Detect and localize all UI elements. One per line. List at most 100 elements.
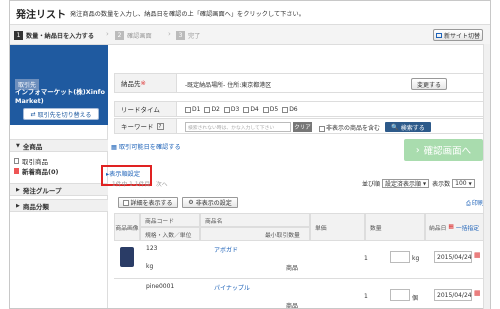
table-row: 123 アボガド kg 商品 1 kg 2015/04/24 ▦	[114, 241, 490, 279]
next-page-link[interactable]: 次へ	[156, 179, 168, 188]
sidebar-order-group[interactable]: ▶ 発注グループ	[10, 183, 108, 196]
step-label: 確認画面	[127, 32, 152, 40]
delivery-label: 納品先 ※	[115, 74, 177, 92]
delivery-date-input[interactable]: 2015/04/24	[434, 289, 472, 301]
title-bar: 発注リスト 発注商品の数量を入力し、納品日を確認の上「確認画面へ」をクリックして…	[10, 1, 490, 25]
step-1: 1 数量・納品日を入力する	[14, 30, 94, 40]
keyword-input[interactable]: 検索されない時は、かな入力して下さい	[185, 122, 291, 132]
hidden-settings-button[interactable]: ⚙ 非表示の設定	[182, 197, 238, 208]
new-icon	[14, 168, 19, 174]
quantity-input[interactable]	[390, 251, 410, 263]
leadtime-d5[interactable]: D5	[262, 106, 278, 113]
step-2: 2 確認画面	[115, 30, 152, 40]
sidebar-all-products-label: 全商品	[22, 142, 43, 151]
checkbox[interactable]	[185, 106, 191, 113]
chevron-right-icon: ›	[415, 144, 420, 156]
qty-unit: 個	[412, 295, 419, 302]
page-title: 発注リスト	[16, 10, 66, 21]
check-trade-date-label: 取引可能日を確認する	[118, 144, 181, 151]
customer-name: インフォマーケット(株)Xinfo Market)	[15, 88, 105, 105]
new-site-button[interactable]: 新サイト切替	[433, 29, 483, 41]
triangle-down-icon: ▼	[16, 142, 20, 149]
include-hidden-label: 非表示の商品を含む	[326, 125, 381, 132]
sidebar-order-group-label: 発注グループ	[22, 186, 62, 195]
checkbox[interactable]	[282, 106, 289, 113]
product-name[interactable]: アボガド	[214, 245, 238, 254]
calendar-icon: ▦	[111, 144, 117, 151]
delivery-value: -既定納品場所- 住所:東京都港区	[185, 82, 272, 89]
leadtime-options: D1 D2 D3 D4 D5 D6	[185, 106, 298, 113]
show-details-button[interactable]: 詳細を表示する	[118, 197, 178, 208]
display-settings-link[interactable]: ▸表示順設定	[106, 169, 140, 178]
keyword-row: キーワード ? 検索されない時は、かな入力して下さい クリア 非表示の商品を含む…	[114, 118, 490, 134]
search-button-label: 検索する	[400, 124, 425, 132]
min-qty: 1	[364, 293, 368, 300]
include-hidden-checkbox[interactable]: 非表示の商品を含む	[319, 123, 380, 132]
leadtime-label: リードタイム	[115, 102, 177, 116]
new-site-label: 新サイト切替	[443, 32, 480, 40]
step-label: 数量・納品日を入力する	[26, 32, 95, 40]
col-qty: 数量	[365, 213, 425, 241]
delivery-date-input[interactable]: 2015/04/24	[434, 251, 472, 263]
col-spec: 規格・入数／単位	[140, 227, 200, 241]
search-button[interactable]: 🔍 検索する	[385, 122, 431, 132]
print-link[interactable]: ⎙印刷	[466, 198, 484, 208]
checkbox[interactable]	[204, 106, 211, 113]
required-mark: ※	[140, 79, 146, 87]
col-image: 商品画像	[114, 213, 140, 241]
count-select[interactable]: 100 ▼	[452, 179, 475, 188]
leadtime-option-label: D2	[211, 106, 220, 113]
product-spec: kg	[146, 263, 154, 270]
table-row: pine0001 パイナップル 商品 1 個 2015/04/24 ▦	[114, 279, 490, 308]
hidden-settings-label: 非表示の設定	[195, 200, 232, 207]
check-trade-date-link[interactable]: ▦ 取引可能日を確認する	[111, 142, 181, 151]
leadtime-d1[interactable]: D1	[185, 106, 200, 113]
chevron-right-icon: ›	[106, 30, 109, 38]
checkbox[interactable]	[223, 106, 230, 113]
confirm-button-label: 確認画面へ	[423, 146, 472, 157]
bulk-date-link[interactable]: 一括指定	[456, 223, 479, 232]
sidebar-item-new-products[interactable]: 新着商品(0)	[14, 166, 58, 176]
sidebar-product-category[interactable]: ▶ 商品分類	[10, 199, 108, 212]
step-number: 2	[115, 30, 124, 40]
sort-select[interactable]: 設定済表示順 ▼	[382, 179, 430, 188]
checkbox[interactable]	[262, 106, 269, 113]
help-icon[interactable]: ?	[156, 122, 164, 130]
monitor-icon	[435, 32, 442, 38]
show-details-label: 詳細を表示する	[130, 200, 173, 207]
sidebar-item-label: 取引商品	[22, 158, 48, 166]
main-content: 納品先 ※ -既定納品場所- 住所:東京都港区 変更する リードタイム D1 D2…	[101, 45, 490, 308]
clear-button[interactable]: クリア	[293, 122, 312, 132]
calendar-icon: ▦	[448, 224, 454, 230]
leadtime-row: リードタイム D1 D2 D3 D4 D5 D6	[114, 101, 490, 117]
min-qty: 1	[364, 255, 368, 262]
sort-label: 並び順	[362, 181, 381, 188]
sidebar-all-products[interactable]: ▼ 全商品	[10, 139, 108, 152]
leadtime-d4[interactable]: D4	[243, 106, 259, 113]
sidebar-item-trade-products[interactable]: 取引商品	[14, 156, 48, 166]
checkbox[interactable]	[243, 106, 250, 113]
step-label: 完了	[188, 32, 201, 40]
printer-icon: ⎙	[466, 200, 471, 207]
leadtime-option-label: D4	[250, 106, 259, 113]
col-price: 単価	[310, 213, 365, 241]
calendar-icon[interactable]: ▦	[474, 251, 481, 259]
change-delivery-button[interactable]: 変更する	[411, 78, 447, 90]
customer-panel: 取引先 インフォマーケット(株)Xinfo Market) ⇄ 取引先を切り替え…	[10, 45, 108, 125]
checkbox[interactable]	[319, 125, 325, 132]
quantity-input[interactable]	[390, 289, 410, 301]
chevron-down-icon: ▼	[423, 181, 427, 186]
app-window: 発注リスト 発注商品の数量を入力し、納品日を確認の上「確認画面へ」をクリックして…	[9, 0, 491, 309]
switch-customer-button[interactable]: ⇄ 取引先を切り替える	[23, 108, 99, 120]
page-description: 発注商品の数量を入力し、納品日を確認の上「確認画面へ」をクリックして下さい。	[70, 11, 305, 18]
scrollbar[interactable]	[483, 44, 490, 309]
product-name[interactable]: パイナップル	[214, 283, 250, 292]
count-label: 表示数	[432, 181, 451, 188]
leadtime-d6[interactable]: D6	[282, 106, 298, 113]
confirm-button[interactable]: › 確認画面へ	[404, 139, 483, 161]
product-code: 123	[146, 245, 158, 252]
calendar-icon[interactable]: ▦	[474, 289, 481, 297]
leadtime-d2[interactable]: D2	[204, 106, 220, 113]
leadtime-d3[interactable]: D3	[223, 106, 239, 113]
leadtime-option-label: D6	[289, 106, 298, 113]
